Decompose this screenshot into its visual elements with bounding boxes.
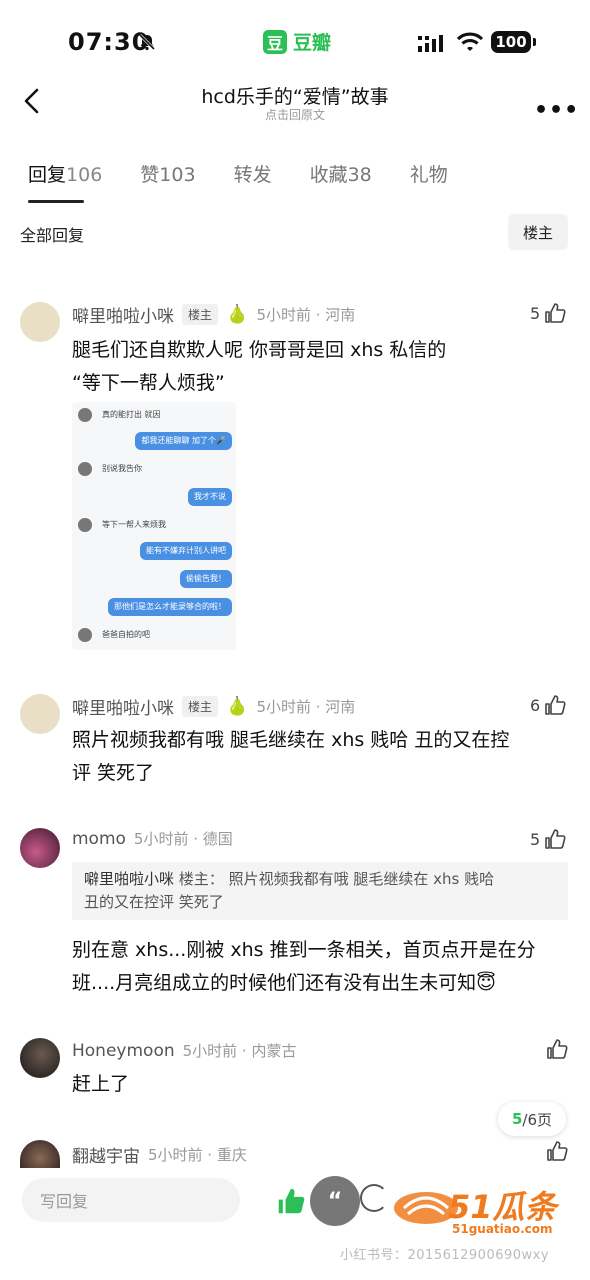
like-count: 6 (530, 695, 541, 715)
thumbs-up-icon (547, 1141, 568, 1161)
badge-icon: 🍐 (226, 696, 249, 717)
quote-button[interactable]: “ (310, 1176, 360, 1226)
comment-header: momo 5小时前 · 德国 (72, 828, 233, 849)
comment-text: 照片视频我都有哦 腿毛继续在 xhs 贱哈 丑的又在控 评 笑死了 (72, 729, 510, 784)
username[interactable]: 翻越宇宙 (72, 1142, 140, 1167)
comment-meta: 5小时前 · 重庆 (148, 1146, 247, 1164)
op-tag: 楼主 (182, 304, 219, 325)
battery-indicator: 100 (491, 31, 536, 53)
tab-bar: 回复106 赞103 转发 收藏38 礼物 (28, 160, 486, 187)
cell-signal-icon (418, 35, 443, 52)
quoted-reply[interactable]: 噼里啪啦小咪 楼主： 照片视频我都有哦 腿毛继续在 xhs 贱哈 丑的又在控评 … (72, 862, 568, 920)
page-indicator[interactable]: 5/6页 (498, 1102, 566, 1136)
chat-avatar (78, 518, 92, 532)
chat-message: 爸爸自拍的吧 (102, 630, 150, 639)
chat-message: 别说我告你 (102, 464, 142, 473)
op-tag: 楼主 (182, 696, 219, 717)
chat-message: 偷偷告我！ (180, 570, 232, 588)
avatar[interactable] (20, 1140, 60, 1170)
thumbs-up-icon (547, 1039, 568, 1059)
mute-bell-icon (138, 33, 156, 51)
comment-meta: 5小时前 · 德国 (133, 830, 233, 848)
tab-collections[interactable]: 收藏38 (310, 160, 372, 187)
like-button[interactable] (546, 1038, 568, 1060)
source-app-label: 豆瓣 (293, 32, 332, 54)
wifi-icon (456, 32, 484, 51)
source-app-badge[interactable]: 豆 豆瓣 (263, 28, 331, 55)
chat-message: 我才不说 (188, 488, 232, 506)
like-button[interactable] (546, 1140, 568, 1162)
comment-text: 别在意 xhs...刚被 xhs 推到一条相关，首页点开是在分 班....月亮组… (72, 939, 536, 994)
username[interactable]: momo (72, 829, 126, 849)
username[interactable]: 噼里啪啦小咪 (72, 302, 174, 327)
avatar[interactable] (20, 828, 60, 868)
page-title: hcd乐手的“爱情”故事 (201, 86, 389, 108)
avatar[interactable] (20, 694, 60, 734)
tab-reposts[interactable]: 转发 (234, 160, 272, 187)
comment-meta: 5小时前 · 河南 (256, 306, 356, 324)
comment-header: 翻越宇宙 5小时前 · 重庆 (72, 1142, 247, 1167)
chat-message: 真的能打出 就因 (102, 410, 161, 419)
thumbs-up-icon (545, 829, 566, 849)
like-post-button[interactable] (266, 1176, 316, 1226)
avatar[interactable] (20, 1038, 60, 1078)
badge-icon: 🍐 (226, 304, 249, 325)
reply-input[interactable]: 写回复 (22, 1178, 240, 1222)
comment-header: 噼里啪啦小咪 楼主 🍐 5小时前 · 河南 (72, 302, 355, 327)
chat-message: 等下一帮人来烦我 (102, 520, 166, 529)
comment-text: 腿毛们还自欺欺人呢 你哥哥是回 xhs 私信的 “等下一帮人烦我” (72, 339, 447, 394)
comment-header: 噼里啪啦小咪 楼主 🍐 5小时前 · 河南 (72, 694, 355, 719)
like-button[interactable]: 5 (530, 302, 566, 324)
tab-replies[interactable]: 回复106 (28, 160, 102, 187)
comment-header: Honeymoon 5小时前 · 内蒙古 (72, 1040, 296, 1061)
username[interactable]: 噼里啪啦小咪 (72, 694, 174, 719)
comment-text: 赶上了 (72, 1073, 130, 1095)
watermark-site: 51guatiao.com (452, 1222, 553, 1236)
more-options-icon[interactable]: ••• (534, 98, 579, 123)
quote-icon: “ (327, 1188, 343, 1214)
like-button[interactable]: 6 (530, 694, 566, 716)
like-count: 5 (530, 303, 541, 323)
username[interactable]: Honeymoon (72, 1041, 175, 1061)
tab-likes[interactable]: 赞103 (140, 160, 195, 187)
chat-screenshot-image[interactable]: 真的能打出 就因 都我还能聊聊 加了个🎤 别说我告你 我才不说 等下一帮人来烦我… (72, 402, 236, 650)
share-icon[interactable] (360, 1184, 388, 1212)
comment-meta: 5小时前 · 内蒙古 (182, 1042, 297, 1060)
chat-message: 那他们是怎么才能录够合的啦！ (108, 598, 232, 616)
back-to-original-link[interactable]: 点击回原文 (0, 106, 590, 123)
douban-logo-icon: 豆 (263, 29, 287, 54)
like-button[interactable]: 5 (530, 828, 566, 850)
chat-avatar (78, 628, 92, 642)
chat-message: 都我还能聊聊 加了个🎤 (135, 432, 232, 450)
tab-gifts[interactable]: 礼物 (410, 160, 448, 187)
active-tab-indicator (28, 200, 84, 203)
like-count: 5 (530, 829, 541, 849)
chat-avatar (78, 462, 92, 476)
op-only-filter-button[interactable]: 楼主 (508, 214, 568, 250)
thumbs-up-filled-icon (278, 1188, 305, 1214)
avatar[interactable] (20, 302, 60, 342)
all-replies-filter[interactable]: 全部回复 (20, 222, 84, 246)
watermark-caption: 小红书号：2015612900690wxy (340, 1248, 550, 1263)
chat-message: 能有不嫌弃计别人讲吧 (140, 542, 232, 560)
chat-avatar (78, 408, 92, 422)
thumbs-up-icon (545, 695, 566, 715)
thumbs-up-icon (545, 303, 566, 323)
comment-meta: 5小时前 · 河南 (256, 698, 356, 716)
